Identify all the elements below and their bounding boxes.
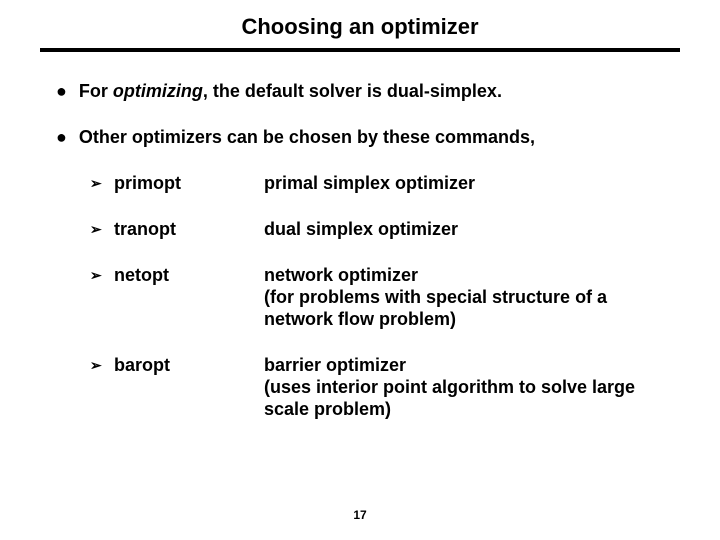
list-item: ➢ tranopt dual simplex optimizer bbox=[90, 218, 664, 240]
command-desc: network optimizer(for problems with spec… bbox=[264, 264, 664, 330]
command-name: baropt bbox=[114, 354, 264, 376]
bullet-1-post: , the default solver is dual-simplex. bbox=[203, 81, 502, 101]
list-item: ➢ netopt network optimizer(for problems … bbox=[90, 264, 664, 330]
bullet-1: ● For optimizing, the default solver is … bbox=[56, 80, 664, 102]
bullet-1-text: For optimizing, the default solver is du… bbox=[79, 80, 664, 102]
title-rule bbox=[40, 48, 680, 52]
bullet-1-pre: For bbox=[79, 81, 113, 101]
slide: Choosing an optimizer ● For optimizing, … bbox=[0, 0, 720, 540]
command-name: primopt bbox=[114, 172, 264, 194]
command-desc: dual simplex optimizer bbox=[264, 218, 664, 240]
list-item: ➢ primopt primal simplex optimizer bbox=[90, 172, 664, 194]
command-desc: barrier optimizer(uses interior point al… bbox=[264, 354, 664, 420]
arrow-icon: ➢ bbox=[90, 354, 104, 376]
bullet-2: ● Other optimizers can be chosen by thes… bbox=[56, 126, 664, 148]
bullet-2-text: Other optimizers can be chosen by these … bbox=[79, 126, 664, 148]
bullet-1-em: optimizing bbox=[113, 81, 203, 101]
slide-title: Choosing an optimizer bbox=[0, 0, 720, 48]
command-name: netopt bbox=[114, 264, 264, 286]
page-number: 17 bbox=[0, 508, 720, 522]
arrow-icon: ➢ bbox=[90, 218, 104, 240]
list-item: ➢ baropt barrier optimizer(uses interior… bbox=[90, 354, 664, 420]
arrow-icon: ➢ bbox=[90, 264, 104, 286]
bullet-icon: ● bbox=[56, 80, 67, 102]
slide-body: ● For optimizing, the default solver is … bbox=[0, 80, 720, 420]
command-desc: primal simplex optimizer bbox=[264, 172, 664, 194]
optimizer-list: ➢ primopt primal simplex optimizer ➢ tra… bbox=[90, 172, 664, 420]
bullet-icon: ● bbox=[56, 126, 67, 148]
arrow-icon: ➢ bbox=[90, 172, 104, 194]
command-name: tranopt bbox=[114, 218, 264, 240]
